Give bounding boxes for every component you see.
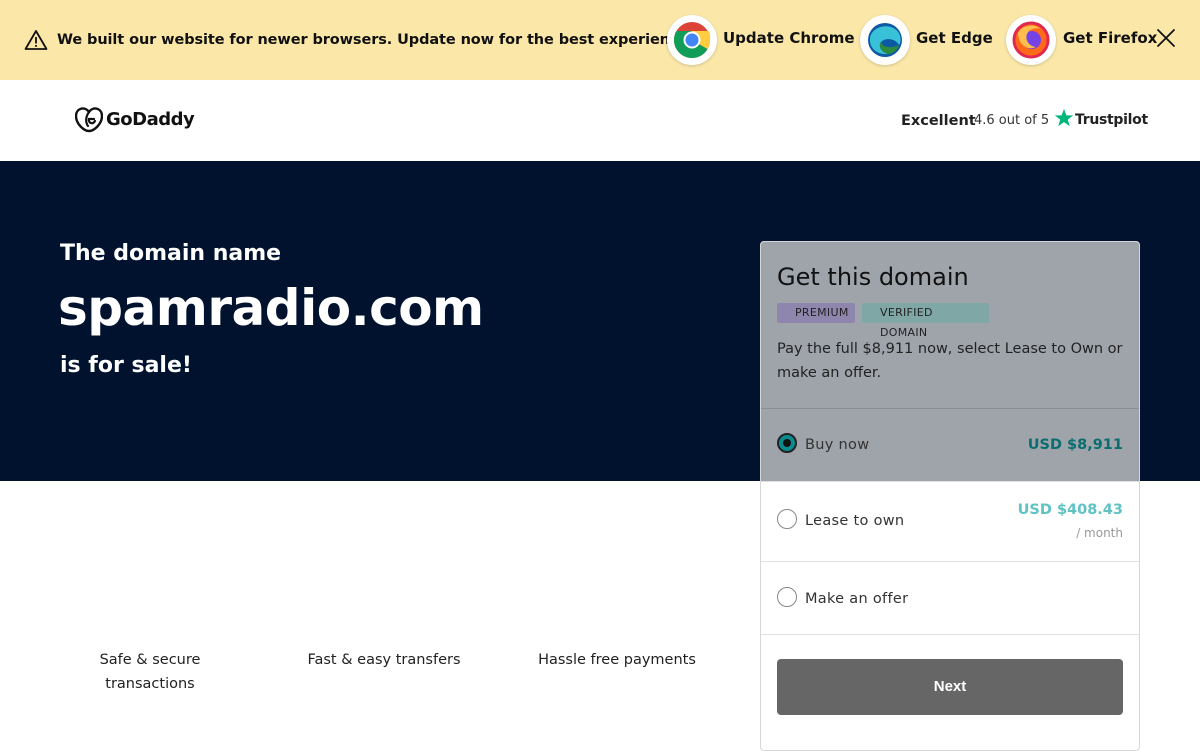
lease-to-own-radio[interactable] <box>777 509 797 529</box>
buy-now-radio[interactable] <box>777 433 797 453</box>
premium-badge: PREMIUM <box>777 303 855 323</box>
hero-intro: The domain name <box>60 241 282 266</box>
feature-safe-secure: Safe & secure transactions <box>99 652 201 692</box>
get-firefox-link[interactable]: Get Firefox <box>1063 29 1157 47</box>
close-icon[interactable] <box>1154 26 1178 50</box>
trustpilot-excellent: Excellent <box>901 113 976 129</box>
update-chrome-link[interactable]: Update Chrome <box>723 29 855 47</box>
edge-icon[interactable] <box>860 15 910 65</box>
lease-price: USD $408.43 <box>1017 502 1123 518</box>
chrome-icon[interactable] <box>667 15 717 65</box>
next-button[interactable]: Next <box>777 659 1123 715</box>
lease-period: / month <box>1076 526 1123 540</box>
lease-to-own-label[interactable]: Lease to own <box>805 513 904 529</box>
domain-name: spamradio.com <box>58 279 484 337</box>
site-header: GoDaddy Excellent 4.6 out of 5 Trustpilo… <box>0 80 1200 161</box>
get-domain-card: Get this domain PREMIUM VERIFIED DOMAIN … <box>760 241 1140 751</box>
verified-domain-badge: VERIFIED DOMAIN <box>862 303 989 339</box>
banner-message: We built our website for newer browsers.… <box>57 32 694 48</box>
godaddy-logo-icon[interactable] <box>75 107 103 133</box>
warning-icon <box>24 30 48 50</box>
hero-for-sale: is for sale! <box>60 353 192 378</box>
option-lease-to-own[interactable]: Lease to own USD $408.43 / month <box>761 482 1139 562</box>
make-offer-label[interactable]: Make an offer <box>805 591 908 607</box>
card-description: Pay the full $8,911 now, select Lease to… <box>777 341 1123 381</box>
feature-hassle-free: Hassle free payments <box>538 652 696 668</box>
buy-now-price: USD $8,911 <box>1027 437 1123 453</box>
feature-fast-transfers: Fast & easy transfers <box>307 652 461 668</box>
trustpilot-brand[interactable]: Trustpilot <box>1075 112 1148 128</box>
get-edge-link[interactable]: Get Edge <box>916 29 993 47</box>
browser-update-banner: We built our website for newer browsers.… <box>0 0 1200 80</box>
make-offer-radio[interactable] <box>777 587 797 607</box>
buy-now-label[interactable]: Buy now <box>805 437 869 453</box>
trustpilot-rating: 4.6 out of 5 <box>974 113 1050 128</box>
option-buy-now[interactable]: Buy now USD $8,911 <box>761 409 1139 481</box>
firefox-icon[interactable] <box>1006 15 1056 65</box>
divider <box>761 634 1139 635</box>
option-make-offer[interactable]: Make an offer <box>761 562 1139 634</box>
godaddy-logo-text[interactable]: GoDaddy <box>106 109 195 130</box>
trustpilot-star-icon <box>1054 109 1074 127</box>
card-title: Get this domain <box>777 263 969 291</box>
